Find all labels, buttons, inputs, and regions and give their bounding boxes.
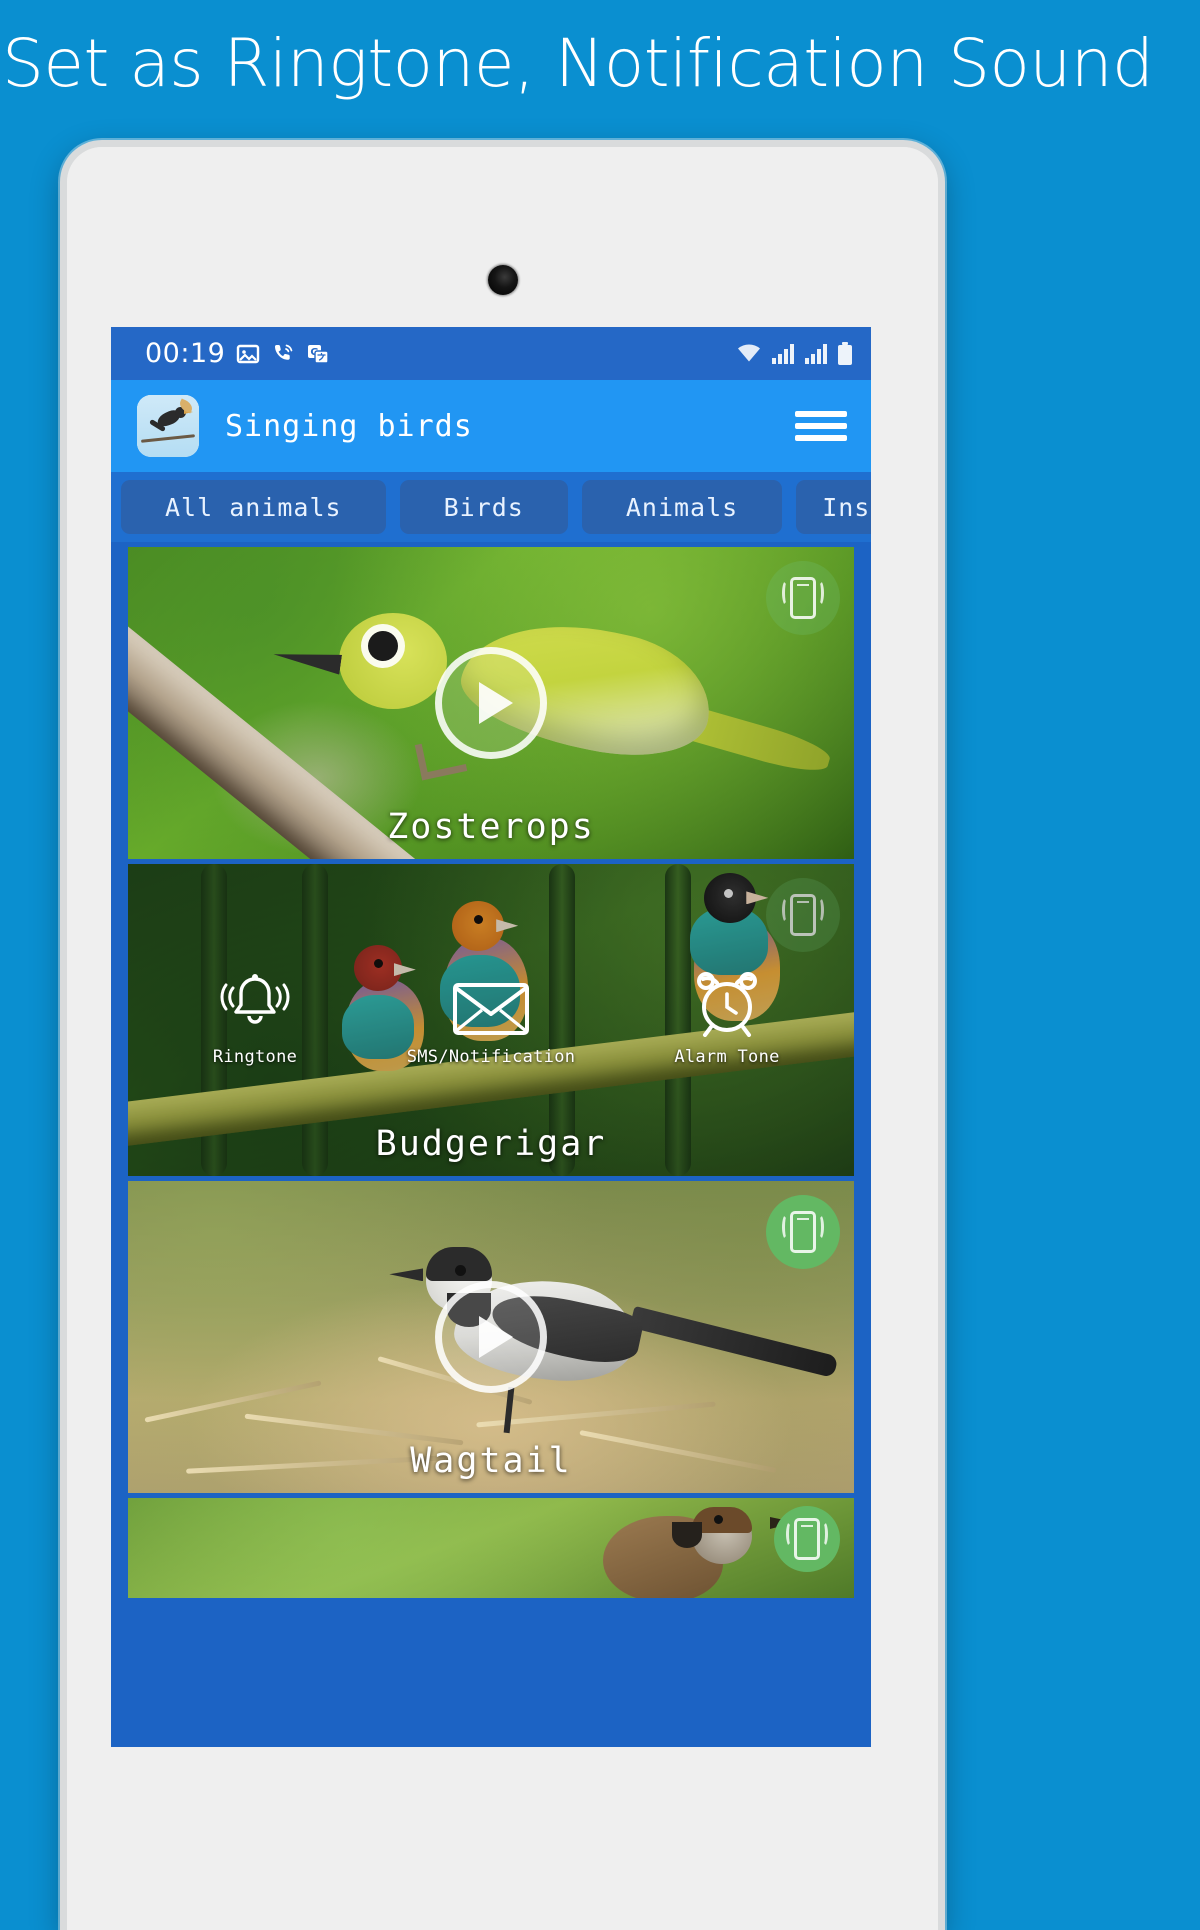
card-title: Budgerigar <box>375 1124 607 1164</box>
call-sound-icon <box>271 342 295 366</box>
sound-card-budgerigar[interactable]: Ringtone SMS/Notification Alarm Tone Bud… <box>128 864 854 1176</box>
vibrate-phone-icon[interactable] <box>774 1506 840 1572</box>
tab-insect[interactable]: Insect <box>796 480 871 534</box>
image-icon <box>236 342 260 366</box>
signal-icon <box>771 343 795 365</box>
sms-notification-option-label: SMS/Notification <box>406 1047 576 1067</box>
battery-icon <box>837 341 853 366</box>
alarm-tone-option-label: Alarm Tone <box>674 1047 780 1067</box>
translate-icon: G <box>306 342 330 366</box>
app-bird-icon <box>137 395 199 457</box>
status-time: 00:19 <box>145 338 226 369</box>
status-bar: 00:19 <box>111 327 871 380</box>
sound-card-next[interactable] <box>128 1498 854 1598</box>
status-bar-right <box>736 341 853 366</box>
sound-card-list: Zosterops Ringtone SMS/Notification Alar… <box>111 547 871 1598</box>
vibrate-phone-icon[interactable] <box>766 561 840 635</box>
alarm-clock-icon <box>689 963 765 1037</box>
tablet-device-frame: 00:19 Singing birds All animals Birds An… <box>60 140 945 1930</box>
vibrate-phone-icon[interactable] <box>766 1195 840 1269</box>
card-title: Zosterops <box>387 807 595 847</box>
bell-icon <box>219 963 291 1037</box>
promo-headline: Set as Ringtone, Notification Sound <box>2 25 1154 102</box>
ringtone-option-label: Ringtone <box>212 1047 298 1067</box>
app-title: Singing birds <box>225 408 473 444</box>
tab-animals[interactable]: Animals <box>581 480 783 534</box>
category-tab-bar[interactable]: All animals Birds Animals Insect <box>111 472 871 542</box>
sound-card-zosterops[interactable]: Zosterops <box>128 547 854 859</box>
hamburger-menu-icon[interactable] <box>795 408 847 444</box>
alarm-tone-option[interactable]: Alarm Tone <box>632 963 822 1067</box>
status-bar-left: 00:19 <box>145 338 330 369</box>
sms-notification-option[interactable]: SMS/Notification <box>396 963 586 1067</box>
tablet-body: 00:19 Singing birds All animals Birds An… <box>67 147 938 1930</box>
sound-card-wagtail[interactable]: Wagtail <box>128 1181 854 1493</box>
wifi-icon <box>736 343 762 365</box>
signal-icon <box>804 343 828 365</box>
app-screen: 00:19 Singing birds All animals Birds An… <box>111 327 871 1747</box>
tab-birds[interactable]: Birds <box>399 480 568 534</box>
card-photo <box>128 1498 854 1598</box>
card-title: Wagtail <box>410 1441 572 1481</box>
ringtone-option[interactable]: Ringtone <box>160 963 350 1067</box>
app-bar: Singing birds <box>111 380 871 472</box>
envelope-icon <box>452 963 530 1037</box>
front-camera-icon <box>487 265 518 295</box>
play-icon[interactable] <box>435 1281 547 1393</box>
tab-all-animals[interactable]: All animals <box>121 480 386 534</box>
play-icon[interactable] <box>435 647 547 759</box>
